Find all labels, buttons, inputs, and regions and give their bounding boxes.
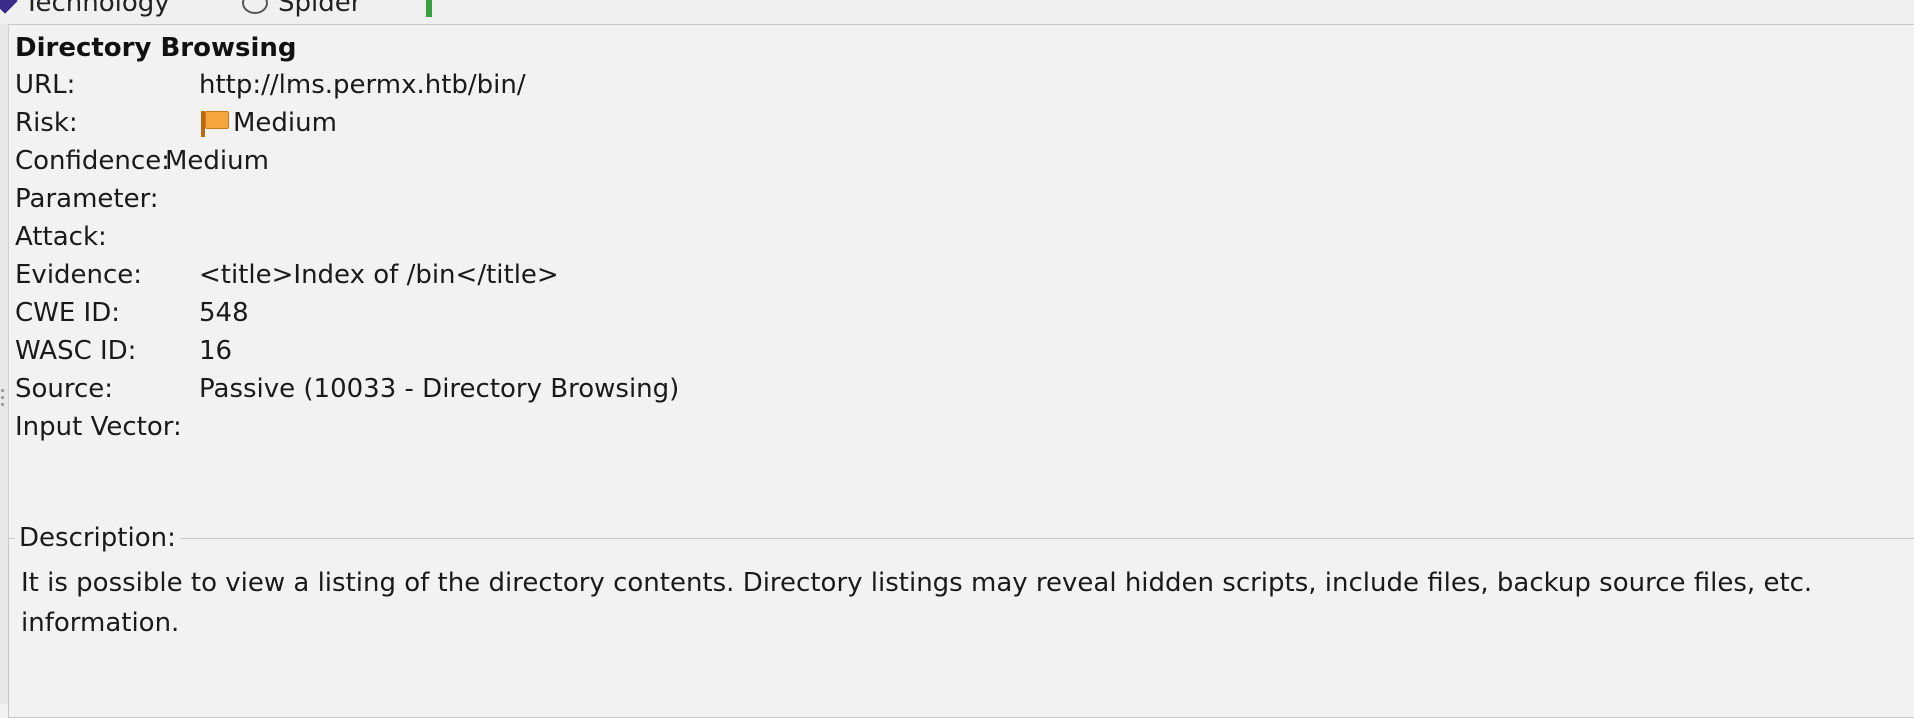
field-label: Source: — [15, 374, 114, 404]
confidence-value: Medium — [165, 146, 269, 176]
flag-cloth — [205, 111, 229, 129]
field-label: CWE ID: — [15, 298, 121, 328]
tab-technology-label: Technology — [24, 0, 170, 18]
alert-title: Directory Browsing — [15, 33, 297, 63]
field-label: Confidence: — [15, 146, 170, 176]
tab-extra[interactable] — [426, 0, 442, 18]
url-value[interactable]: http://lms.permx.htb/bin/ — [199, 66, 526, 104]
description-text[interactable]: It is possible to view a listing of the … — [21, 563, 1891, 643]
evidence-value: <title>Index of /bin</title> — [199, 260, 559, 290]
green-bar-icon — [426, 0, 432, 17]
tab-technology[interactable]: Technology — [0, 0, 170, 18]
wasc-id-value: 16 — [199, 336, 233, 366]
risk-flag-icon — [199, 109, 229, 137]
tab-bar: Technology Spider — [0, 0, 1914, 25]
cwe-id-value: 548 — [199, 298, 249, 328]
field-label: WASC ID: — [15, 336, 137, 366]
description-line: It is possible to view a listing of the … — [21, 568, 1813, 598]
source-value: Passive (10033 - Directory Browsing) — [199, 374, 680, 404]
grip-dot — [1, 396, 4, 399]
tab-spider[interactable]: Spider — [242, 0, 361, 18]
field-label: Parameter: — [15, 184, 159, 214]
diamond-icon — [0, 0, 18, 14]
field-label: Input Vector: — [15, 412, 182, 442]
grip-dot — [1, 403, 4, 406]
field-label: URL: — [15, 70, 76, 100]
field-label: Attack: — [15, 222, 107, 252]
description-box: Description: It is possible to view a li… — [8, 519, 1914, 718]
risk-value-container: Medium — [199, 104, 337, 142]
description-line: information. — [21, 608, 180, 638]
risk-value: Medium — [233, 108, 337, 138]
field-label: Evidence: — [15, 260, 143, 290]
grip-dot — [1, 389, 4, 392]
field-label: Risk: — [15, 108, 78, 138]
spider-icon — [242, 0, 268, 14]
splitter-handle[interactable] — [1, 389, 5, 411]
description-legend: Description: — [15, 519, 180, 557]
tab-spider-label: Spider — [278, 0, 362, 18]
